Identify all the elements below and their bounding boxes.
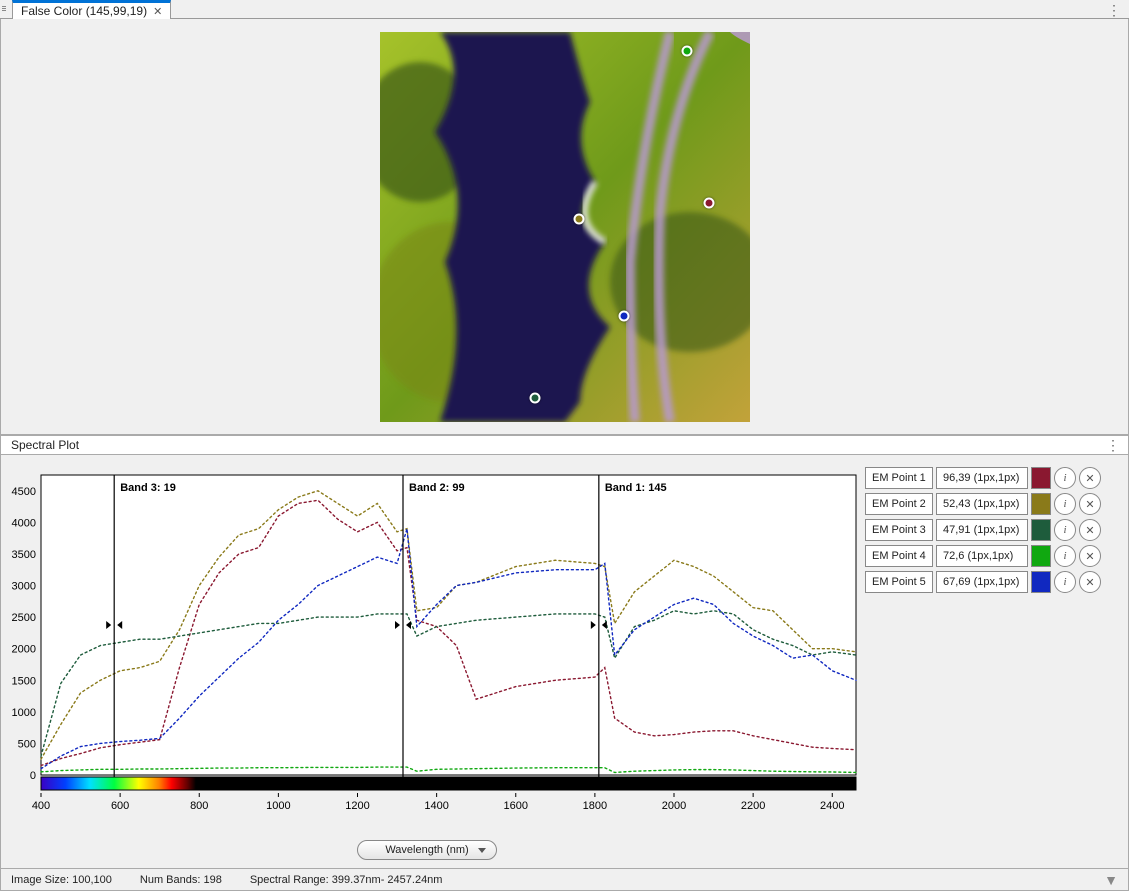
svg-text:Band 2: 99: Band 2: 99 bbox=[409, 482, 465, 494]
svg-text:2500: 2500 bbox=[12, 612, 36, 624]
collapse-icon[interactable]: ▼ bbox=[1104, 872, 1118, 888]
svg-text:1000: 1000 bbox=[266, 800, 290, 812]
svg-text:2400: 2400 bbox=[820, 800, 844, 812]
tab-bar: False Color (145,99,19) ✕ ⋮ bbox=[0, 0, 1129, 19]
svg-text:Band 1: 145: Band 1: 145 bbox=[605, 482, 667, 494]
em-point-name: EM Point 4 bbox=[865, 545, 933, 567]
spectral-chart[interactable]: 0 500 1000 1500 2000 2500 3000 3500 4000 4500 400 6… bbox=[1, 455, 861, 868]
em-point-coords: 72,6 (1px,1px) bbox=[936, 545, 1028, 567]
em-point-marker[interactable] bbox=[529, 393, 540, 404]
close-icon[interactable]: ✕ bbox=[153, 5, 162, 18]
info-icon[interactable]: i bbox=[1054, 493, 1076, 515]
em-point-row: EM Point 567,69 (1px,1px) i✕ bbox=[865, 571, 1118, 593]
em-point-name: EM Point 1 bbox=[865, 467, 933, 489]
em-point-marker[interactable] bbox=[618, 311, 629, 322]
em-point-name: EM Point 3 bbox=[865, 519, 933, 541]
em-point-list: EM Point 196,39 (1px,1px)i✕EM Point 252,… bbox=[861, 455, 1128, 868]
svg-text:1600: 1600 bbox=[504, 800, 528, 812]
drag-handle-icon[interactable] bbox=[2, 0, 10, 18]
delete-icon[interactable]: ✕ bbox=[1079, 467, 1101, 489]
tab-title: False Color (145,99,19) bbox=[21, 4, 147, 18]
em-point-marker[interactable] bbox=[703, 198, 714, 209]
em-point-row: EM Point 472,6 (1px,1px) i✕ bbox=[865, 545, 1118, 567]
info-icon[interactable]: i bbox=[1054, 545, 1076, 567]
info-icon[interactable]: i bbox=[1054, 467, 1076, 489]
em-point-color-swatch[interactable] bbox=[1031, 493, 1051, 515]
status-num-bands: Num Bands: 198 bbox=[140, 874, 222, 886]
em-point-marker[interactable] bbox=[574, 213, 585, 224]
svg-text:800: 800 bbox=[190, 800, 208, 812]
svg-text:0: 0 bbox=[30, 770, 36, 782]
info-icon[interactable]: i bbox=[1054, 519, 1076, 541]
kebab-menu-icon[interactable]: ⋮ bbox=[1107, 3, 1121, 17]
dropdown-label: Wavelength (nm) bbox=[385, 844, 468, 856]
svg-text:4000: 4000 bbox=[12, 517, 36, 529]
svg-text:2000: 2000 bbox=[12, 644, 36, 656]
em-point-row: EM Point 347,91 (1px,1px) i✕ bbox=[865, 519, 1118, 541]
em-point-color-swatch[interactable] bbox=[1031, 545, 1051, 567]
image-viewer-pane bbox=[0, 19, 1129, 435]
spectral-plot-pane: 0 500 1000 1500 2000 2500 3000 3500 4000 4500 400 6… bbox=[0, 455, 1129, 869]
em-point-row: EM Point 196,39 (1px,1px) i✕ bbox=[865, 467, 1118, 489]
kebab-menu-icon[interactable]: ⋮ bbox=[1106, 438, 1120, 452]
svg-text:400: 400 bbox=[32, 800, 50, 812]
x-axis-dropdown[interactable]: Wavelength (nm) bbox=[357, 840, 497, 860]
svg-text:3000: 3000 bbox=[12, 581, 36, 593]
em-point-name: EM Point 2 bbox=[865, 493, 933, 515]
svg-text:1400: 1400 bbox=[424, 800, 448, 812]
em-point-coords: 47,91 (1px,1px) bbox=[936, 519, 1028, 541]
delete-icon[interactable]: ✕ bbox=[1079, 519, 1101, 541]
svg-text:Band 3: 19: Band 3: 19 bbox=[120, 482, 176, 494]
svg-text:4500: 4500 bbox=[12, 486, 36, 498]
svg-text:1500: 1500 bbox=[12, 675, 36, 687]
em-point-color-swatch[interactable] bbox=[1031, 467, 1051, 489]
status-spectral-range: Spectral Range: 399.37nm- 2457.24nm bbox=[250, 874, 443, 886]
em-point-coords: 52,43 (1px,1px) bbox=[936, 493, 1028, 515]
em-point-coords: 96,39 (1px,1px) bbox=[936, 467, 1028, 489]
svg-text:600: 600 bbox=[111, 800, 129, 812]
svg-text:1200: 1200 bbox=[345, 800, 369, 812]
svg-text:2000: 2000 bbox=[662, 800, 686, 812]
svg-text:1000: 1000 bbox=[12, 707, 36, 719]
svg-text:500: 500 bbox=[18, 738, 36, 750]
info-icon[interactable]: i bbox=[1054, 571, 1076, 593]
delete-icon[interactable]: ✕ bbox=[1079, 545, 1101, 567]
em-point-color-swatch[interactable] bbox=[1031, 519, 1051, 541]
em-point-name: EM Point 5 bbox=[865, 571, 933, 593]
em-point-coords: 67,69 (1px,1px) bbox=[936, 571, 1028, 593]
svg-text:3500: 3500 bbox=[12, 549, 36, 561]
status-image-size: Image Size: 100,100 bbox=[11, 874, 112, 886]
tab-false-color[interactable]: False Color (145,99,19) ✕ bbox=[12, 0, 171, 19]
false-color-image[interactable] bbox=[380, 32, 750, 422]
delete-icon[interactable]: ✕ bbox=[1079, 493, 1101, 515]
em-point-row: EM Point 252,43 (1px,1px) i✕ bbox=[865, 493, 1118, 515]
em-point-marker[interactable] bbox=[681, 46, 692, 57]
spectral-plot-header: Spectral Plot ⋮ bbox=[0, 435, 1129, 455]
spectral-plot-title: Spectral Plot bbox=[11, 438, 79, 452]
svg-text:2200: 2200 bbox=[741, 800, 765, 812]
delete-icon[interactable]: ✕ bbox=[1079, 571, 1101, 593]
svg-text:1800: 1800 bbox=[583, 800, 607, 812]
em-point-color-swatch[interactable] bbox=[1031, 571, 1051, 593]
status-bar: Image Size: 100,100 Num Bands: 198 Spect… bbox=[0, 869, 1129, 891]
